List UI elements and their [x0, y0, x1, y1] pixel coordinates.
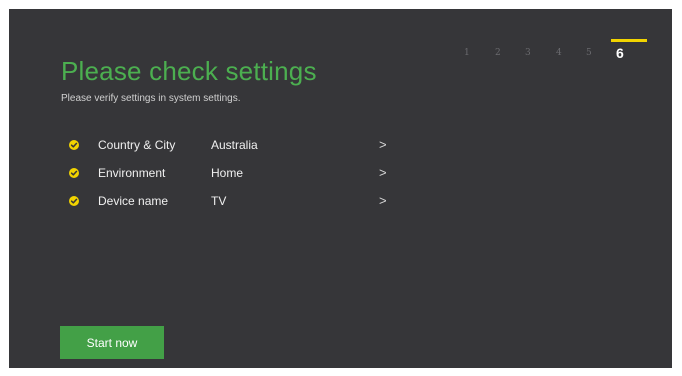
start-now-button[interactable]: Start now [60, 326, 164, 359]
current-step-indicator-bar [611, 39, 647, 42]
step-1: 1 [464, 48, 470, 58]
setting-label: Device name [98, 194, 169, 208]
setting-row-country-city[interactable]: Country & City Australia > [61, 133, 401, 161]
setting-row-environment[interactable]: Environment Home > [61, 161, 401, 189]
step-5: 5 [586, 48, 592, 58]
setting-value: TV [211, 194, 227, 208]
chevron-right-icon: > [379, 137, 387, 152]
check-circle-icon [69, 196, 79, 206]
page-title: Please check settings [61, 56, 317, 86]
setting-value: Australia [211, 138, 258, 152]
settings-list: Country & City Australia > Environment H… [61, 133, 401, 217]
check-circle-icon [69, 168, 79, 178]
step-2: 2 [495, 48, 501, 58]
setting-value: Home [211, 166, 244, 180]
step-6-current: 6 [616, 45, 624, 61]
setup-screen: 1 2 3 4 5 6 Please check settings Please… [9, 9, 672, 368]
check-circle-icon [69, 140, 79, 150]
page-subtitle: Please verify settings in system setting… [61, 93, 241, 104]
setting-label: Environment [98, 166, 166, 180]
step-3: 3 [525, 48, 531, 58]
step-4: 4 [556, 48, 562, 58]
setting-row-device-name[interactable]: Device name TV > [61, 189, 401, 217]
chevron-right-icon: > [379, 165, 387, 180]
chevron-right-icon: > [379, 193, 387, 208]
setting-label: Country & City [98, 138, 176, 152]
